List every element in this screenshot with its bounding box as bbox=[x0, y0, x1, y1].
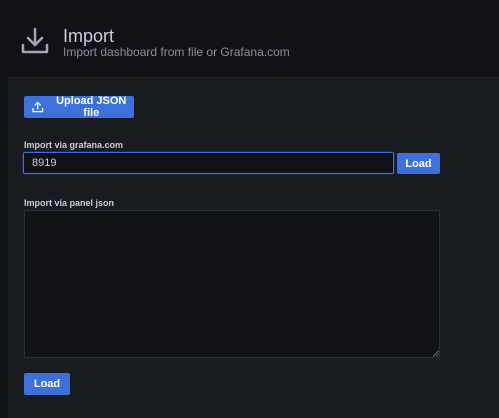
grafana-com-label: Import via grafana.com bbox=[24, 140, 124, 150]
page-title: Import bbox=[63, 26, 115, 46]
upload-json-button[interactable]: Upload JSON file bbox=[24, 95, 134, 119]
upload-json-label: Upload JSON file bbox=[56, 95, 127, 119]
panel-json-textarea[interactable] bbox=[24, 210, 440, 358]
grafana-load-button[interactable]: Load bbox=[397, 153, 440, 174]
resize-grip-icon[interactable] bbox=[432, 350, 439, 357]
download-icon bbox=[21, 27, 49, 54]
page-subtitle: Import dashboard from file or Grafana.co… bbox=[63, 45, 290, 59]
page-header: Import Import dashboard from file or Gra… bbox=[0, 0, 499, 76]
upload-icon bbox=[32, 101, 44, 113]
import-panel: Upload JSON file Import via grafana.com … bbox=[8, 77, 499, 418]
panel-json-load-button[interactable]: Load bbox=[24, 373, 70, 395]
panel-json-label: Import via panel json bbox=[24, 198, 115, 208]
grafana-com-input[interactable] bbox=[23, 152, 394, 174]
